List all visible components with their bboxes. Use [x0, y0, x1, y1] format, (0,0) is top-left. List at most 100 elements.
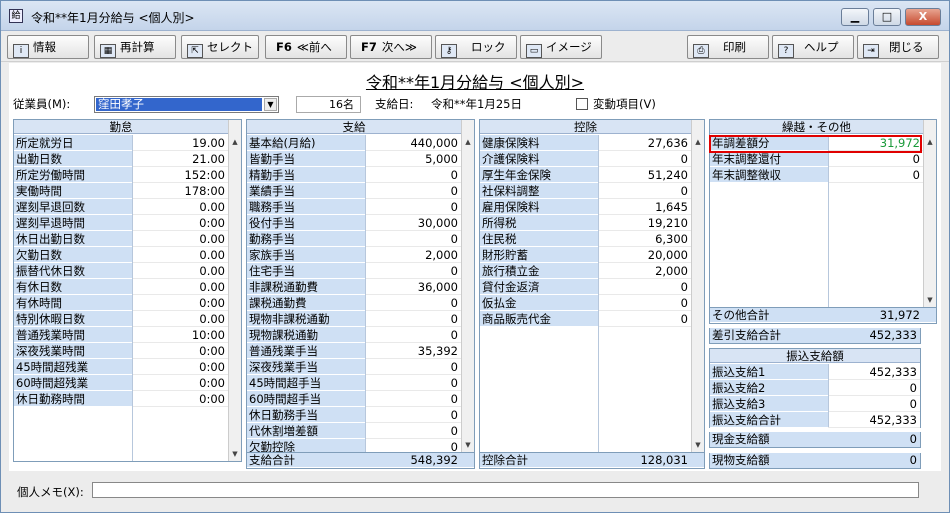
- payments-row[interactable]: 深夜残業手当 0: [247, 359, 461, 375]
- attendance-row[interactable]: 普通残業時間 10:00: [14, 327, 228, 343]
- deductions-scrollbar[interactable]: ▲ ▼: [691, 120, 704, 452]
- carryover-row[interactable]: 年末調整還付 0: [710, 151, 923, 167]
- payments-row[interactable]: 60時間超手当 0: [247, 391, 461, 407]
- prev-button[interactable]: F6 ≪前へ: [265, 35, 347, 59]
- payments-row-value[interactable]: 5,000: [365, 151, 461, 167]
- deductions-row[interactable]: 仮払金 0: [480, 295, 691, 311]
- attendance-row[interactable]: 欠勤日数 0.00: [14, 247, 228, 263]
- payments-row[interactable]: 現物非課税通勤 0: [247, 311, 461, 327]
- payments-row[interactable]: 現物課税通勤 0: [247, 327, 461, 343]
- scroll-up-icon[interactable]: ▲: [229, 136, 241, 149]
- attendance-row-value[interactable]: 0:00: [132, 343, 228, 359]
- payments-row[interactable]: 休日勤務手当 0: [247, 407, 461, 423]
- payments-row-value[interactable]: 0: [365, 391, 461, 407]
- carryover-row-value[interactable]: 0: [828, 167, 923, 183]
- attendance-row[interactable]: 60時間超残業 0:00: [14, 375, 228, 391]
- attendance-row[interactable]: 出勤日数 21.00: [14, 151, 228, 167]
- carryover-row-value[interactable]: 0: [828, 151, 923, 167]
- scroll-up-icon[interactable]: ▲: [692, 136, 704, 149]
- attendance-row-value[interactable]: 0.00: [132, 279, 228, 295]
- deductions-row-value[interactable]: 19,210: [598, 215, 691, 231]
- lock-button[interactable]: ⚷ ロック: [435, 35, 517, 59]
- payments-row[interactable]: 勤務手当 0: [247, 231, 461, 247]
- recalc-button[interactable]: ▦ 再計算: [94, 35, 176, 59]
- transfer-row-value[interactable]: 452,333: [828, 412, 920, 428]
- payments-row-value[interactable]: 0: [365, 375, 461, 391]
- transfer-row[interactable]: 振込支給合計 452,333: [710, 412, 920, 428]
- attendance-row[interactable]: 45時間超残業 0:00: [14, 359, 228, 375]
- deductions-row-value[interactable]: 1,645: [598, 199, 691, 215]
- transfer-row[interactable]: 振込支給2 0: [710, 380, 920, 396]
- employee-select[interactable]: 窪田孝子 ▼: [94, 96, 279, 113]
- deductions-row-value[interactable]: 0: [598, 311, 691, 327]
- scroll-down-icon[interactable]: ▼: [229, 448, 241, 461]
- attendance-row-value[interactable]: 21.00: [132, 151, 228, 167]
- attendance-row-value[interactable]: 10:00: [132, 327, 228, 343]
- deductions-row[interactable]: 社保料調整 0: [480, 183, 691, 199]
- attendance-row-value[interactable]: 0.00: [132, 199, 228, 215]
- payments-row[interactable]: 家族手当 2,000: [247, 247, 461, 263]
- payments-row[interactable]: 業績手当 0: [247, 183, 461, 199]
- attendance-row[interactable]: 有休時間 0:00: [14, 295, 228, 311]
- payments-row-value[interactable]: 0: [365, 327, 461, 343]
- payments-row[interactable]: 課税通勤費 0: [247, 295, 461, 311]
- deductions-row[interactable]: 雇用保険料 1,645: [480, 199, 691, 215]
- transfer-row-value[interactable]: 452,333: [828, 364, 920, 380]
- scroll-up-icon[interactable]: ▲: [462, 136, 474, 149]
- deductions-row[interactable]: 介護保険料 0: [480, 151, 691, 167]
- attendance-scrollbar[interactable]: ▲ ▼: [228, 120, 241, 461]
- minimize-button[interactable]: ▁: [841, 8, 869, 26]
- deductions-row-value[interactable]: 0: [598, 279, 691, 295]
- scroll-up-icon[interactable]: ▲: [924, 136, 936, 149]
- memo-input[interactable]: [92, 482, 919, 498]
- deductions-row[interactable]: 貸付金返済 0: [480, 279, 691, 295]
- payments-row[interactable]: 住宅手当 0: [247, 263, 461, 279]
- deductions-row-value[interactable]: 2,000: [598, 263, 691, 279]
- payments-row[interactable]: 基本給(月給) 440,000: [247, 135, 461, 151]
- print-button[interactable]: ⎙ 印刷: [687, 35, 769, 59]
- deductions-row[interactable]: 健康保険料 27,636: [480, 135, 691, 151]
- attendance-row[interactable]: 所定労働時間 152:00: [14, 167, 228, 183]
- deductions-row-value[interactable]: 20,000: [598, 247, 691, 263]
- attendance-row[interactable]: 深夜残業時間 0:00: [14, 343, 228, 359]
- transfer-row-value[interactable]: 0: [828, 380, 920, 396]
- attendance-row-value[interactable]: 0:00: [132, 215, 228, 231]
- attendance-row[interactable]: 所定就労日 19.00: [14, 135, 228, 151]
- transfer-row[interactable]: 振込支給1 452,333: [710, 364, 920, 380]
- payments-row-value[interactable]: 36,000: [365, 279, 461, 295]
- close-window-button[interactable]: X: [905, 8, 941, 26]
- deductions-row-value[interactable]: 51,240: [598, 167, 691, 183]
- scroll-down-icon[interactable]: ▼: [462, 439, 474, 452]
- payments-row-value[interactable]: 0: [365, 407, 461, 423]
- transfer-row[interactable]: 振込支給3 0: [710, 396, 920, 412]
- attendance-row-value[interactable]: 0:00: [132, 359, 228, 375]
- payments-row-value[interactable]: 35,392: [365, 343, 461, 359]
- variable-items-checkbox[interactable]: [576, 98, 588, 110]
- attendance-row-value[interactable]: 0:00: [132, 391, 228, 407]
- next-button[interactable]: F7 次へ≫: [350, 35, 432, 59]
- attendance-row-value[interactable]: 178:00: [132, 183, 228, 199]
- scroll-down-icon[interactable]: ▼: [692, 439, 704, 452]
- attendance-row-value[interactable]: 0.00: [132, 263, 228, 279]
- payments-row[interactable]: 精勤手当 0: [247, 167, 461, 183]
- attendance-row-value[interactable]: 0:00: [132, 375, 228, 391]
- transfer-row-value[interactable]: 0: [828, 396, 920, 412]
- attendance-row[interactable]: 振替代休日数 0.00: [14, 263, 228, 279]
- carryover-scrollbar[interactable]: ▲ ▼: [923, 120, 936, 307]
- deductions-row[interactable]: 商品販売代金 0: [480, 311, 691, 327]
- deductions-row[interactable]: 所得税 19,210: [480, 215, 691, 231]
- attendance-row-value[interactable]: 0.00: [132, 231, 228, 247]
- deductions-row-value[interactable]: 6,300: [598, 231, 691, 247]
- deductions-row-value[interactable]: 0: [598, 295, 691, 311]
- payments-row-value[interactable]: 0: [365, 167, 461, 183]
- attendance-row[interactable]: 遅刻早退回数 0.00: [14, 199, 228, 215]
- payments-row-value[interactable]: 0: [365, 359, 461, 375]
- attendance-row[interactable]: 休日出勤日数 0.00: [14, 231, 228, 247]
- deductions-row[interactable]: 旅行積立金 2,000: [480, 263, 691, 279]
- payments-row[interactable]: 職務手当 0: [247, 199, 461, 215]
- payments-row[interactable]: 非課税通勤費 36,000: [247, 279, 461, 295]
- chevron-down-icon[interactable]: ▼: [264, 98, 277, 111]
- payments-row[interactable]: 普通残業手当 35,392: [247, 343, 461, 359]
- payments-row-value[interactable]: 0: [365, 231, 461, 247]
- attendance-row-value[interactable]: 152:00: [132, 167, 228, 183]
